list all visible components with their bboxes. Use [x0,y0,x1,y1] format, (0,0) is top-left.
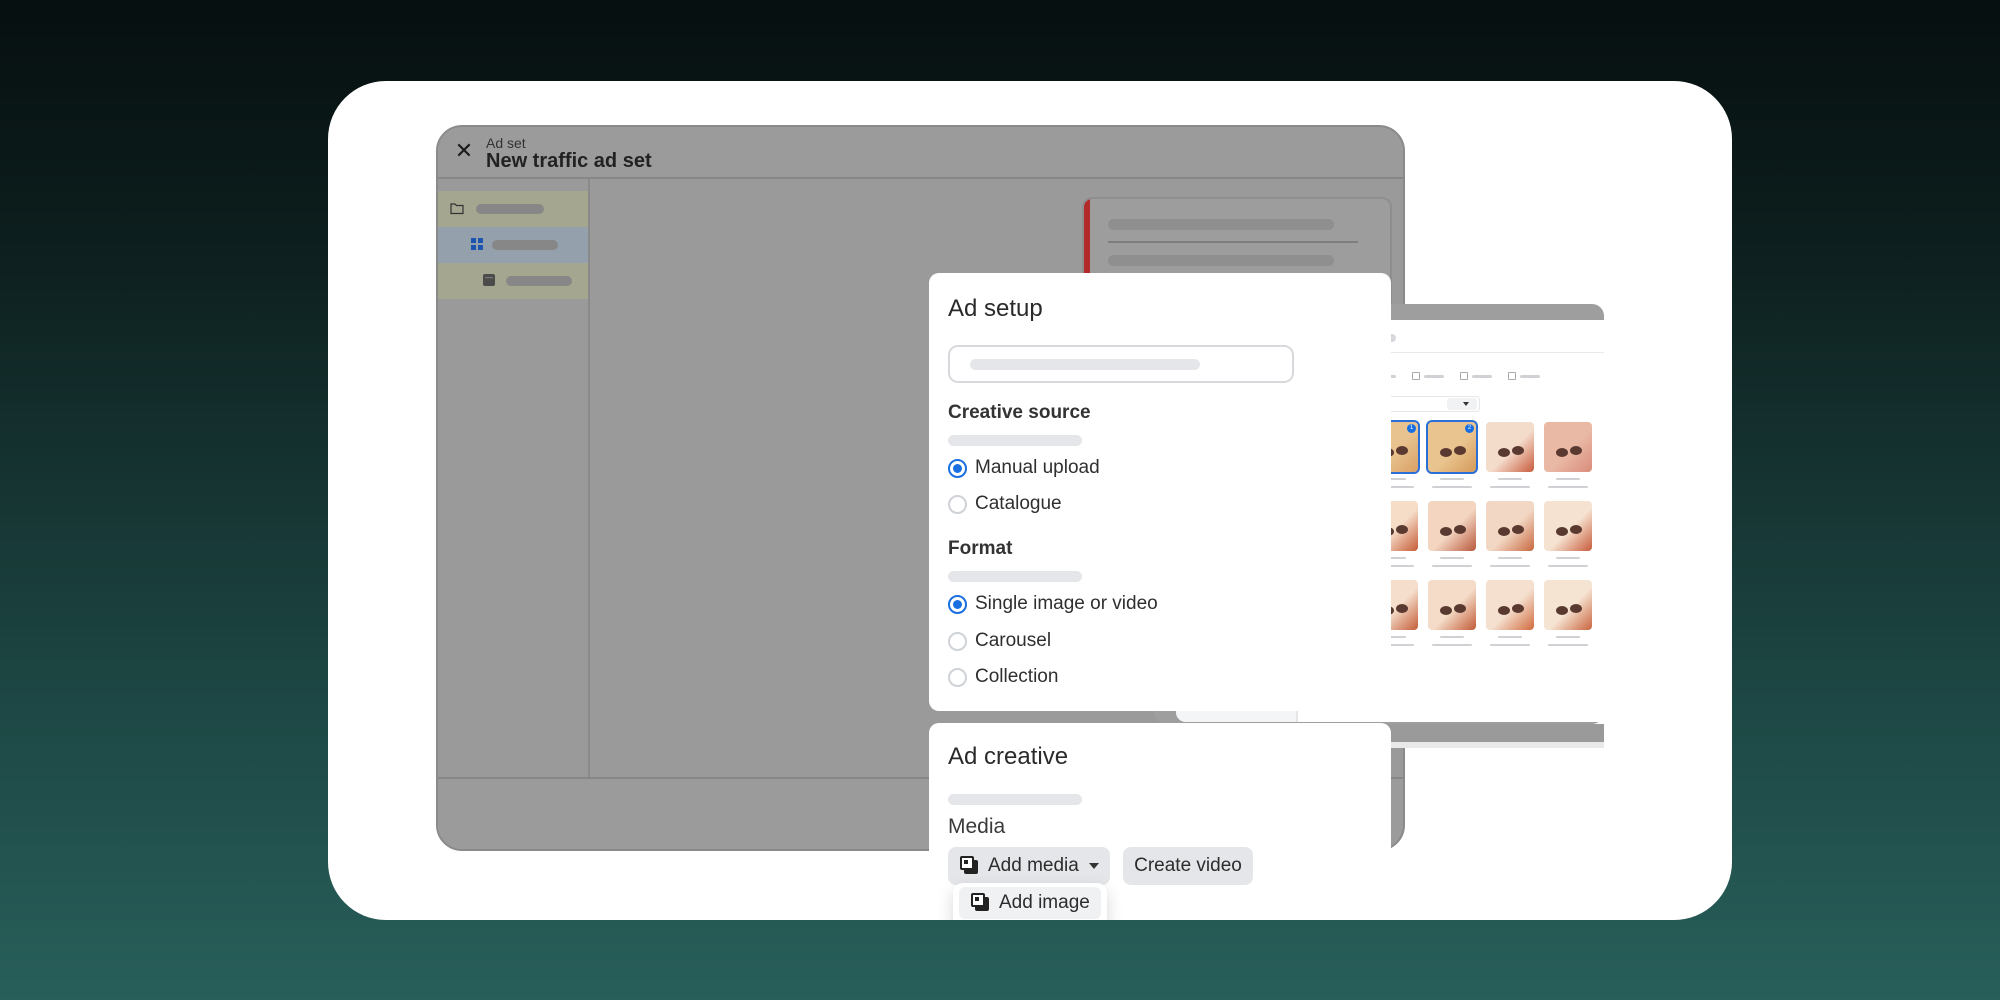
sidebar-item-label [476,204,544,214]
add-media-label: Add media [988,855,1079,876]
close-icon[interactable]: ✕ [452,139,476,163]
thumbnail-caption [1498,636,1522,638]
thumbnail-caption [1498,478,1522,480]
media-thumbnail[interactable] [1486,580,1534,630]
media-thumbnail[interactable] [1544,580,1592,630]
selection-badge: 2 [1465,424,1474,433]
add-media-button[interactable]: Add media [948,847,1110,885]
window-subtitle: Ad set [486,135,526,151]
sidebar-item-campaign[interactable] [438,191,588,227]
add-media-dropdown: Add image Add video [953,883,1107,920]
radio-selected-icon [948,594,967,614]
radio-manual-upload[interactable]: Manual upload [948,455,1100,481]
caret-down-icon [1088,863,1099,869]
thumbnail-caption [1490,486,1530,488]
page-icon [1412,372,1420,380]
thumbnail-caption [1432,486,1472,488]
media-thumbnail[interactable] [1544,501,1592,551]
creative-source-help-placeholder [948,435,1082,446]
ad-creative-heading: Ad creative [948,743,1069,770]
media-thumbnail[interactable]: 2 [1426,420,1478,474]
thumbnail-caption [1440,478,1464,480]
media-label: Media [948,815,1006,838]
radio-single-image-or-video[interactable]: Single image or video [948,591,1158,617]
thumbnail-caption [1440,636,1464,638]
creative-source-label: Creative source [948,402,1091,423]
media-thumbnail[interactable] [1486,422,1534,472]
thumbnail-caption [1440,557,1464,559]
media-thumbnail[interactable] [1428,580,1476,630]
divider [1108,241,1358,243]
calendar-icon [1508,372,1516,380]
menu-item-add-image[interactable]: Add image [959,887,1101,919]
radio-icon [948,667,967,687]
ad-setup-heading: Ad setup [948,295,1043,322]
media-thumbnail[interactable] [1486,501,1534,551]
radio-icon [948,631,967,651]
thumbnail-caption [1432,644,1472,646]
media-thumbnail[interactable] [1428,501,1476,551]
thumbnail-caption [1548,486,1588,488]
campaign-tree-sidebar [438,179,590,779]
ad-creative-help-placeholder [948,794,1082,805]
thumbnail-caption [1548,565,1588,567]
radio-selected-icon [948,458,967,478]
radio-icon [948,494,967,514]
thumbnail-caption [1490,565,1530,567]
thumbnail-caption [1556,478,1580,480]
placeholder-bar [1108,219,1334,230]
radio-collection[interactable]: Collection [948,664,1058,690]
thumbnail-caption [1556,636,1580,638]
thumbnail-caption [1556,557,1580,559]
ad-setup-panel: Ad setup Creative source Manual upload C… [929,273,1391,711]
format-label: Format [948,538,1013,559]
placeholder-bar [1108,255,1334,266]
window-title: New traffic ad set [486,150,652,172]
sidebar-item-label [506,276,572,286]
folder-icon [450,203,464,215]
showcase-card: ✕ Ad set New traffic ad set 1 2 Ad setup… [328,81,1732,920]
sidebar-item-ad-set[interactable] [438,227,588,263]
doc-icon [1460,372,1468,380]
ad-creative-panel: Ad creative Media Add media Create video [929,723,1391,903]
ad-icon [483,274,495,286]
thumbnail-caption [1548,644,1588,646]
image-icon [960,856,980,876]
ad-name-input[interactable] [948,345,1294,383]
selection-badge: 1 [1407,424,1416,433]
tab-docs[interactable] [1456,368,1496,384]
sidebar-item-label [492,240,558,250]
radio-catalogue[interactable]: Catalogue [948,491,1062,517]
grid-icon [471,238,483,250]
thumbnail-caption [1432,565,1472,567]
image-icon [971,893,991,913]
radio-carousel[interactable]: Carousel [948,628,1051,654]
format-help-placeholder [948,571,1082,582]
create-video-button[interactable]: Create video [1123,847,1253,885]
tab-calendar[interactable] [1504,368,1544,384]
thumbnail-caption [1498,557,1522,559]
window-header: ✕ Ad set New traffic ad set [438,127,1403,179]
media-thumbnail[interactable] [1544,422,1592,472]
sidebar-item-ad[interactable] [438,263,588,299]
create-video-label: Create video [1134,855,1242,876]
chevron-down-icon [1447,398,1477,410]
thumbnail-caption [1490,644,1530,646]
tab-pages[interactable] [1408,368,1448,384]
